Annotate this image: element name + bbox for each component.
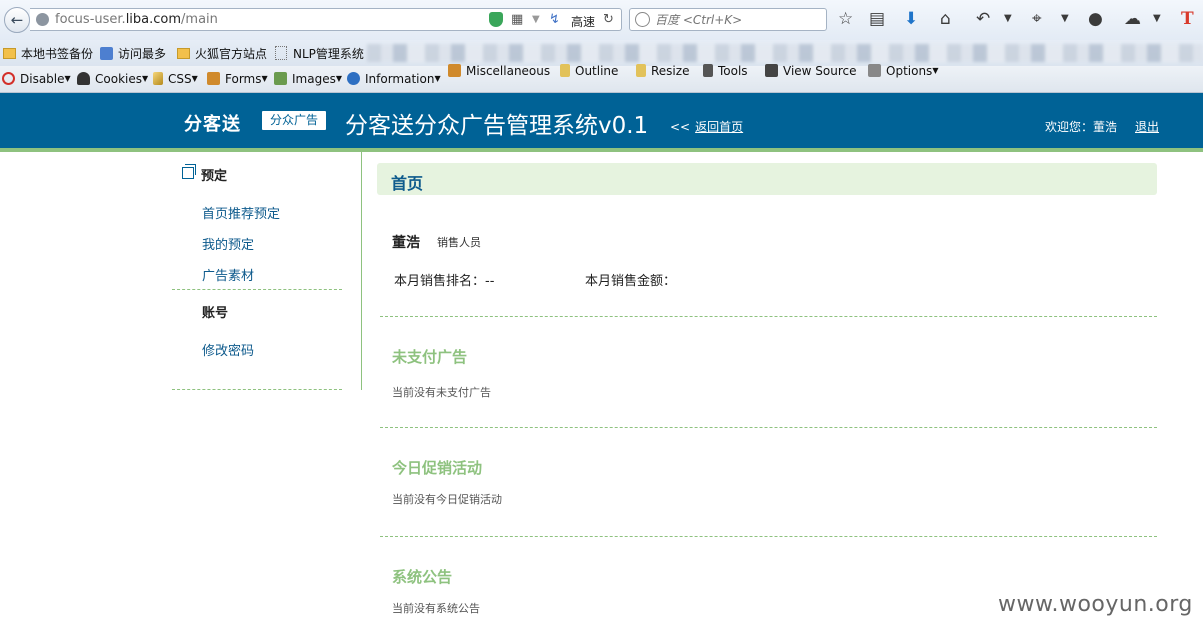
cookie-icon (77, 72, 90, 85)
logout-link[interactable]: 退出 (1135, 118, 1159, 135)
monthly-sales-amount: 本月销售金额： (585, 274, 677, 289)
search-bar[interactable] (629, 8, 827, 31)
devtools-images[interactable]: Images▼ (274, 72, 342, 86)
double-chevron-left-icon: << (670, 120, 691, 134)
section-divider (380, 536, 1157, 537)
resize-icon (636, 64, 646, 77)
sidebar-heading-account: 账号 (202, 306, 229, 321)
brand-logo[interactable]: 分客送 (184, 110, 241, 136)
speed-icon[interactable]: ↯ (549, 12, 560, 28)
devtools-options[interactable]: Options▼ (868, 64, 938, 78)
section-title-system-notice: 系统公告 (392, 568, 453, 586)
bookmark-local-backup[interactable]: 本地书签备份 (3, 45, 93, 62)
welcome-text: 欢迎您：董浩 (1045, 120, 1118, 134)
devtools-information[interactable]: Information▼ (347, 72, 441, 86)
page-title: 首页 (391, 174, 424, 193)
home-icon[interactable]: ⌂ (940, 9, 951, 29)
devtools-disable[interactable]: Disable▼ (2, 72, 71, 86)
reading-list-icon[interactable]: ▤ (869, 9, 885, 29)
devtools-view-source[interactable]: View Source (765, 64, 857, 78)
back-home-link[interactable]: 返回首页 (695, 120, 743, 134)
redacted-bookmarks (367, 44, 1203, 62)
folder-icon (177, 48, 190, 59)
chat-bubble-icon[interactable]: ● (1088, 9, 1103, 29)
folder-icon (3, 48, 16, 59)
page-title-bar: 首页 (377, 163, 1157, 195)
image-icon (274, 72, 287, 85)
search-input[interactable] (655, 10, 823, 29)
misc-icon (448, 64, 461, 77)
clipboard-icon (207, 72, 220, 85)
disable-icon (2, 72, 15, 85)
qr-code-icon[interactable]: ▦ (511, 12, 523, 28)
sidebar-item-homepage-reserve[interactable]: 首页推荐预定 (202, 203, 280, 222)
globe-icon (36, 13, 49, 26)
section-divider (380, 316, 1157, 317)
bookmark-most-visited[interactable]: 访问最多 (100, 45, 166, 62)
page-icon (275, 46, 287, 60)
bookmarks-bar: 本地书签备份 访问最多 火狐官方站点 NLP管理系统 (0, 40, 1203, 66)
download-icon[interactable]: ⬇ (904, 9, 918, 29)
section-empty-system-notice: 当前没有系统公告 (392, 602, 480, 615)
devtools-resize[interactable]: Resize (636, 64, 689, 78)
devtools-tools[interactable]: Tools (703, 64, 748, 78)
browser-nav-bar: ← focus-user.liba.com/main ▦ ▼ ↯ 高速 ↻ ☆ … (0, 0, 1203, 40)
devtools-miscellaneous[interactable]: Miscellaneous (448, 64, 550, 78)
url-domain: liba.com (125, 12, 182, 27)
chevron-down-icon[interactable]: ▼ (1004, 9, 1012, 29)
section-title-unpaid-ads: 未支付广告 (392, 348, 468, 366)
monthly-sales-rank: 本月销售排名：-- (394, 274, 495, 289)
crop-icon[interactable]: ⌖ (1032, 9, 1042, 29)
search-engine-icon[interactable] (635, 12, 650, 27)
devtools-forms[interactable]: Forms▼ (207, 72, 268, 86)
bookmark-icon (100, 47, 113, 60)
translate-icon[interactable]: T (1181, 9, 1194, 29)
url-host: focus-user. (55, 12, 126, 27)
bookmark-nlp[interactable]: NLP管理系统 (275, 45, 364, 62)
reload-icon[interactable]: ↻ (603, 12, 614, 28)
pencil-icon (153, 72, 163, 85)
site-header: 分客送 分众广告 分客送分众广告管理系统v0.1 << 返回首页 欢迎您：董浩 退… (0, 93, 1203, 148)
url-bar[interactable]: focus-user.liba.com/main ▦ ▼ ↯ 高速 ↻ (30, 8, 622, 31)
section-title-today-promotions: 今日促销活动 (392, 459, 483, 477)
sidebar-item-ad-material[interactable]: 广告素材 (202, 265, 254, 284)
chevron-down-icon[interactable]: ▼ (1061, 9, 1069, 29)
devtools-cookies[interactable]: Cookies▼ (77, 72, 148, 86)
devtools-bar: Disable▼ Cookies▼ CSS▼ Forms▼ Images▼ In… (0, 64, 1203, 93)
url-path: /main (181, 12, 218, 27)
back-home: << 返回首页 (670, 118, 743, 135)
shield-icon[interactable] (489, 12, 503, 27)
tools-icon (703, 64, 713, 77)
info-icon (347, 72, 360, 85)
undo-icon[interactable]: ↶ (976, 9, 990, 29)
copy-icon (182, 164, 196, 179)
watermark: www.wooyun.org (998, 592, 1193, 617)
outline-icon (560, 64, 570, 77)
speed-mode-label[interactable]: 高速 (571, 13, 595, 30)
sidebar-item-my-reserve[interactable]: 我的预定 (202, 234, 254, 253)
source-icon (765, 64, 778, 77)
url-text[interactable]: focus-user.liba.com/main (55, 12, 218, 27)
chevron-down-icon[interactable]: ▼ (1153, 9, 1161, 29)
user-name: 董浩 (392, 235, 420, 251)
sidebar-divider (172, 289, 342, 290)
bookmark-firefox-official[interactable]: 火狐官方站点 (177, 45, 267, 62)
section-empty-today-promotions: 当前没有今日促销活动 (392, 493, 502, 506)
sidebar: 预定 首页推荐预定 我的预定 广告素材 账号 修改密码 (172, 152, 362, 390)
extension-icon[interactable]: ☁ (1124, 9, 1141, 29)
options-icon (868, 64, 881, 77)
star-icon[interactable]: ☆ (838, 9, 853, 29)
devtools-css[interactable]: CSS▼ (153, 72, 198, 86)
sidebar-heading-reserve: 预定 (201, 169, 228, 184)
section-empty-unpaid-ads: 当前没有未支付广告 (392, 386, 491, 399)
user-role: 销售人员 (437, 236, 481, 249)
devtools-outline[interactable]: Outline (560, 64, 618, 78)
sidebar-item-change-password[interactable]: 修改密码 (202, 340, 254, 359)
section-divider (380, 427, 1157, 428)
sidebar-divider (172, 389, 342, 390)
brand-badge: 分众广告 (262, 111, 327, 130)
back-arrow-icon[interactable]: ← (4, 7, 30, 33)
chevron-down-icon[interactable]: ▼ (532, 12, 540, 28)
system-title: 分客送分众广告管理系统v0.1 (345, 113, 649, 139)
